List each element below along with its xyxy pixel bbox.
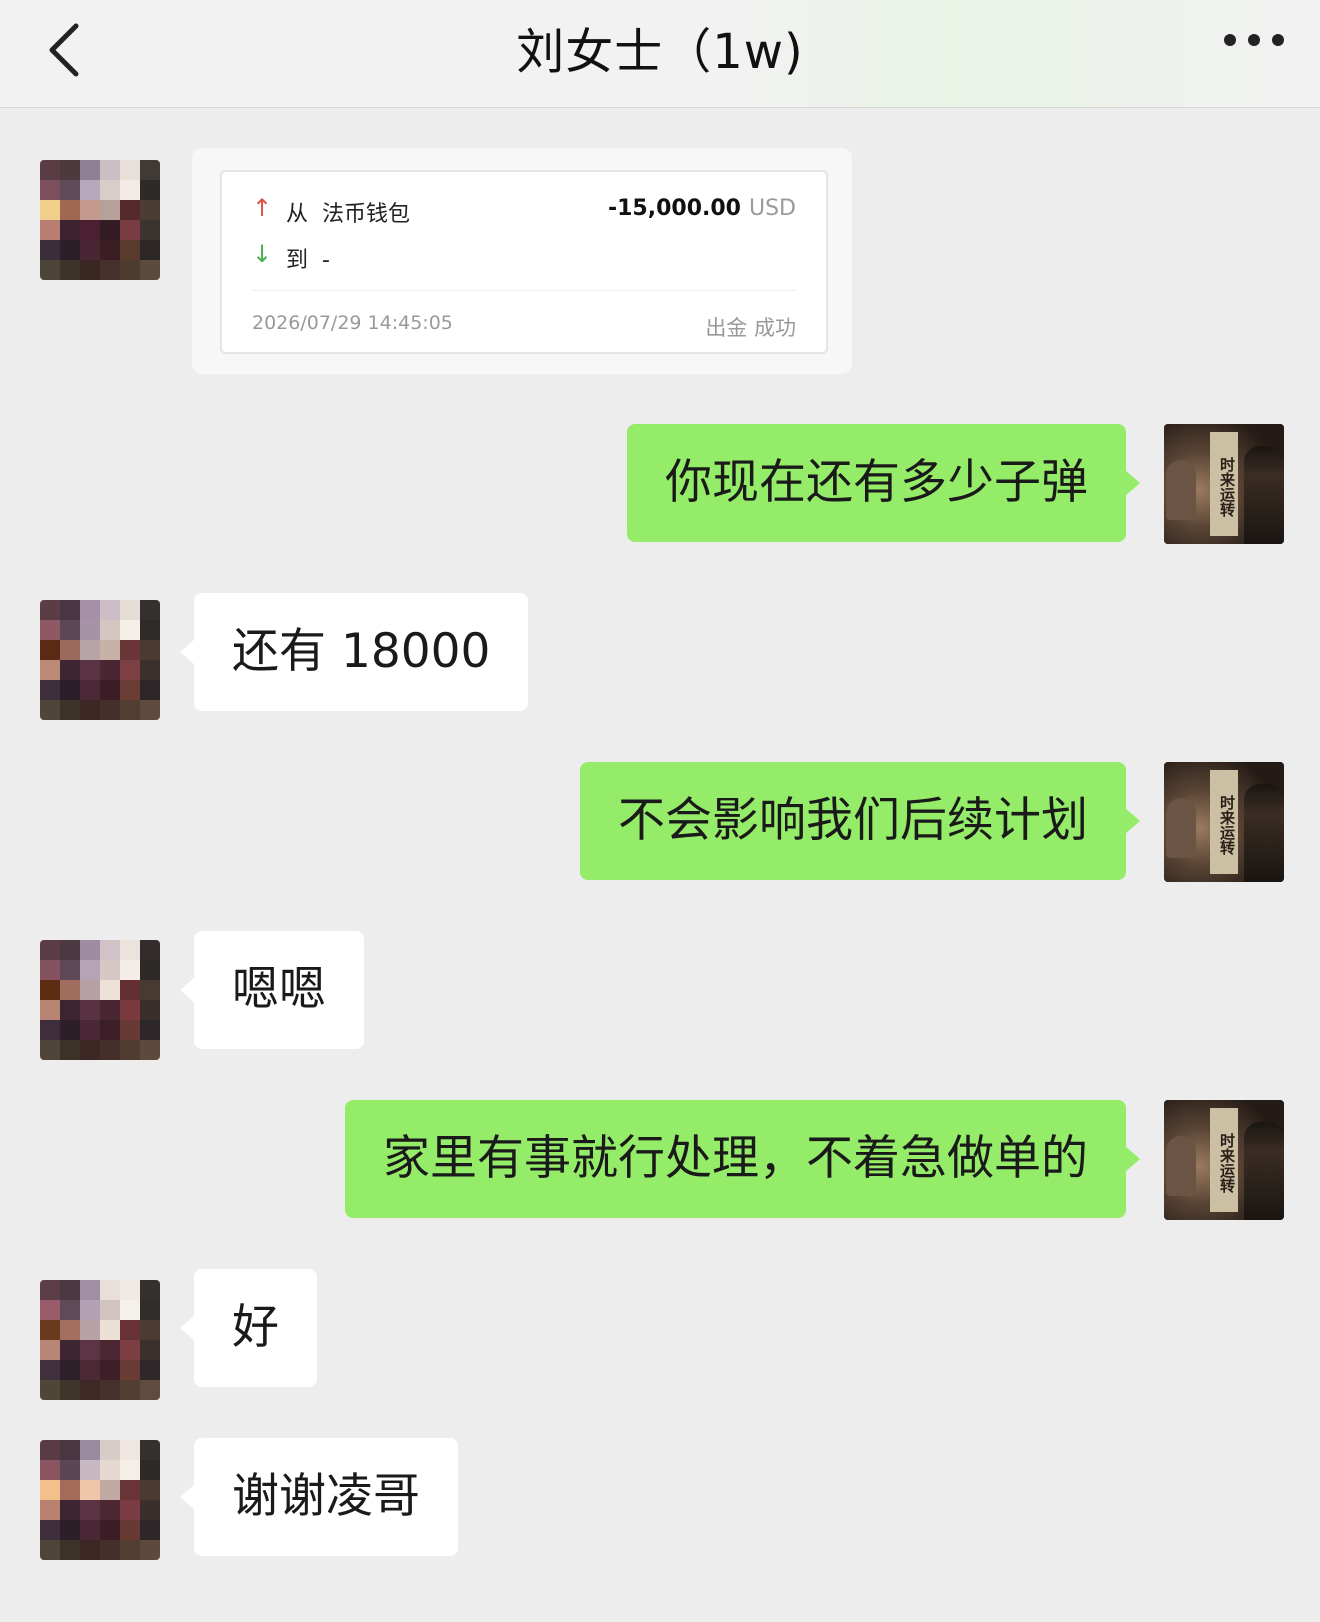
ellipsis-icon: [1224, 34, 1284, 46]
transfer-amount: -15,000.00 USD: [607, 196, 796, 221]
incoming-message-bubble[interactable]: 谢谢凌哥: [180, 1438, 458, 1556]
avatar-banner-text: 时来运转: [1210, 1108, 1238, 1212]
transfer-from: 从 法币钱包: [286, 202, 411, 227]
self-avatar[interactable]: 时来运转: [1164, 762, 1284, 882]
more-options-button[interactable]: [1220, 20, 1290, 60]
transfer-timestamp: 2026/07/29 14:45:05: [252, 312, 453, 334]
card-divider: [252, 290, 796, 291]
pixelated-avatar-image: [40, 1280, 160, 1400]
contact-avatar[interactable]: [40, 160, 160, 280]
outgoing-message-bubble[interactable]: 家里有事就行处理，不着急做单的: [345, 1100, 1140, 1218]
self-avatar[interactable]: 时来运转: [1164, 424, 1284, 544]
incoming-message-bubble[interactable]: 嗯嗯: [180, 931, 364, 1049]
contact-avatar[interactable]: [40, 940, 160, 1060]
transfer-card-bubble[interactable]: ↑ 从 法币钱包 ↓ 到 - -15,000.00 USD 2026/07/29 …: [192, 148, 852, 374]
avatar-banner-text: 时来运转: [1210, 770, 1238, 874]
outgoing-message-bubble[interactable]: 你现在还有多少子弹: [627, 424, 1140, 542]
self-avatar-image: 时来运转: [1164, 762, 1284, 882]
chat-header: 刘女士（1w): [0, 0, 1320, 108]
transfer-record-card: ↑ 从 法币钱包 ↓ 到 - -15,000.00 USD 2026/07/29 …: [220, 170, 828, 354]
transfer-to: 到 -: [286, 248, 330, 273]
transfer-status: 出金 成功: [705, 316, 796, 340]
pixelated-avatar-image: [40, 160, 160, 280]
arrow-down-icon: ↓: [252, 240, 273, 268]
incoming-message-bubble[interactable]: 还有 18000: [179, 593, 529, 711]
pixelated-avatar-image: [40, 940, 160, 1060]
contact-avatar[interactable]: [40, 1280, 160, 1400]
self-avatar[interactable]: 时来运转: [1164, 1100, 1284, 1220]
self-avatar-image: 时来运转: [1164, 424, 1284, 544]
pixelated-avatar-image: [40, 1440, 160, 1560]
self-avatar-image: 时来运转: [1164, 1100, 1284, 1220]
pixelated-avatar-image: [40, 600, 160, 720]
avatar-banner-text: 时来运转: [1210, 432, 1238, 536]
chat-title: 刘女士（1w): [516, 24, 804, 80]
outgoing-message-bubble[interactable]: 不会影响我们后续计划: [580, 762, 1140, 880]
arrow-up-icon: ↑: [252, 194, 273, 222]
contact-avatar[interactable]: [40, 600, 160, 720]
incoming-message-bubble[interactable]: 好: [180, 1269, 317, 1387]
contact-avatar[interactable]: [40, 1440, 160, 1560]
